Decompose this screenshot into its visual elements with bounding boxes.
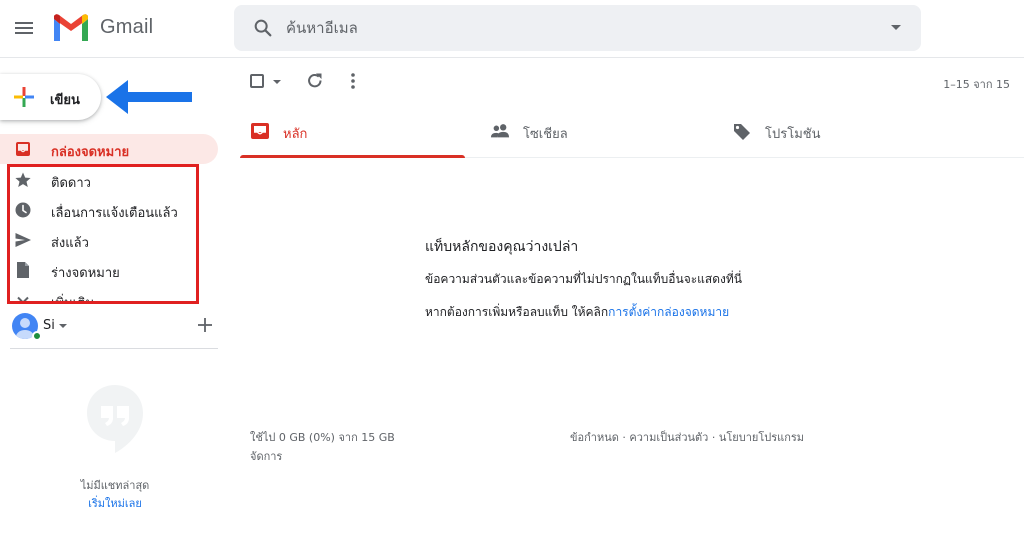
account-name[interactable]: Si bbox=[43, 318, 55, 333]
people-icon bbox=[490, 124, 510, 138]
empty-state-title: แท็บหลักของคุณว่างเปล่า bbox=[425, 239, 579, 255]
online-status-icon bbox=[32, 331, 42, 341]
active-tab-indicator bbox=[240, 155, 465, 158]
select-all-checkbox[interactable] bbox=[250, 74, 264, 88]
search-icon[interactable] bbox=[252, 17, 274, 39]
footer-separator: · bbox=[708, 431, 719, 444]
empty-state-hint-text: หากต้องการเพิ่มหรือลบแท็บ ให้คลิก bbox=[425, 305, 609, 319]
compose-button[interactable]: เขียน bbox=[0, 74, 101, 120]
privacy-link[interactable]: ความเป็นส่วนตัว bbox=[629, 431, 708, 444]
compose-label: เขียน bbox=[50, 93, 80, 108]
search-options-icon[interactable] bbox=[891, 25, 901, 30]
search-input[interactable] bbox=[286, 17, 866, 39]
annotation-arrow-icon bbox=[106, 80, 192, 114]
empty-state-hint: หากต้องการเพิ่มหรือลบแท็บ ให้คลิกการตั้ง… bbox=[425, 303, 729, 322]
tab-label: โปรโมชัน bbox=[765, 127, 821, 142]
sidebar-item-inbox[interactable]: กล่องจดหมาย bbox=[0, 134, 218, 164]
more-options-icon[interactable] bbox=[345, 72, 361, 90]
tab-primary[interactable]: หลัก bbox=[240, 106, 465, 158]
top-header: Gmail bbox=[0, 0, 1024, 58]
tab-promotions[interactable]: โปรโมชัน bbox=[722, 106, 947, 158]
refresh-icon[interactable] bbox=[306, 72, 324, 90]
footer-links: ข้อกำหนด · ความเป็นส่วนตัว · นโยบายโปรแก… bbox=[570, 428, 804, 446]
main-menu-icon[interactable] bbox=[12, 16, 36, 40]
gmail-window: Gmail เขียน กล bbox=[0, 0, 1024, 540]
annotation-highlight-box bbox=[7, 164, 199, 304]
pagination-range: 1–15 จาก 15 bbox=[943, 78, 1010, 91]
select-options-icon[interactable] bbox=[273, 80, 281, 84]
plus-icon bbox=[14, 87, 34, 107]
tab-label: โซเชียล bbox=[523, 127, 568, 142]
sidebar-item-label: กล่องจดหมาย bbox=[51, 145, 130, 160]
hangouts-icon bbox=[87, 385, 143, 453]
terms-link[interactable]: ข้อกำหนด bbox=[570, 431, 619, 444]
empty-state-description: ข้อความส่วนตัวและข้อความที่ไม่ปรากฏในแท็… bbox=[425, 272, 742, 286]
gmail-logo-icon[interactable] bbox=[52, 13, 90, 43]
sidebar-divider bbox=[10, 348, 218, 349]
tab-social[interactable]: โซเชียล bbox=[480, 106, 705, 158]
tab-label: หลัก bbox=[283, 127, 308, 142]
search-bar[interactable] bbox=[234, 5, 921, 51]
account-caret-icon[interactable] bbox=[59, 324, 67, 328]
inbox-icon bbox=[16, 142, 30, 156]
no-recent-chats-text: ไม่มีแชทล่าสุด bbox=[80, 479, 150, 492]
add-icon[interactable] bbox=[196, 316, 214, 334]
inbox-settings-link[interactable]: การตั้งค่ากล่องจดหมาย bbox=[608, 305, 729, 319]
storage-usage: ใช้ไป 0 GB (0%) จาก 15 GB bbox=[250, 431, 395, 444]
tag-icon bbox=[734, 124, 750, 140]
inbox-icon bbox=[251, 123, 269, 139]
footer-separator: · bbox=[618, 431, 630, 444]
manage-storage-link[interactable]: จัดการ bbox=[250, 447, 282, 465]
app-name: Gmail bbox=[100, 16, 154, 38]
start-new-chat-link[interactable]: เริ่มใหม่เลย bbox=[0, 494, 230, 512]
program-policy-link[interactable]: นโยบายโปรแกรม bbox=[719, 431, 804, 444]
